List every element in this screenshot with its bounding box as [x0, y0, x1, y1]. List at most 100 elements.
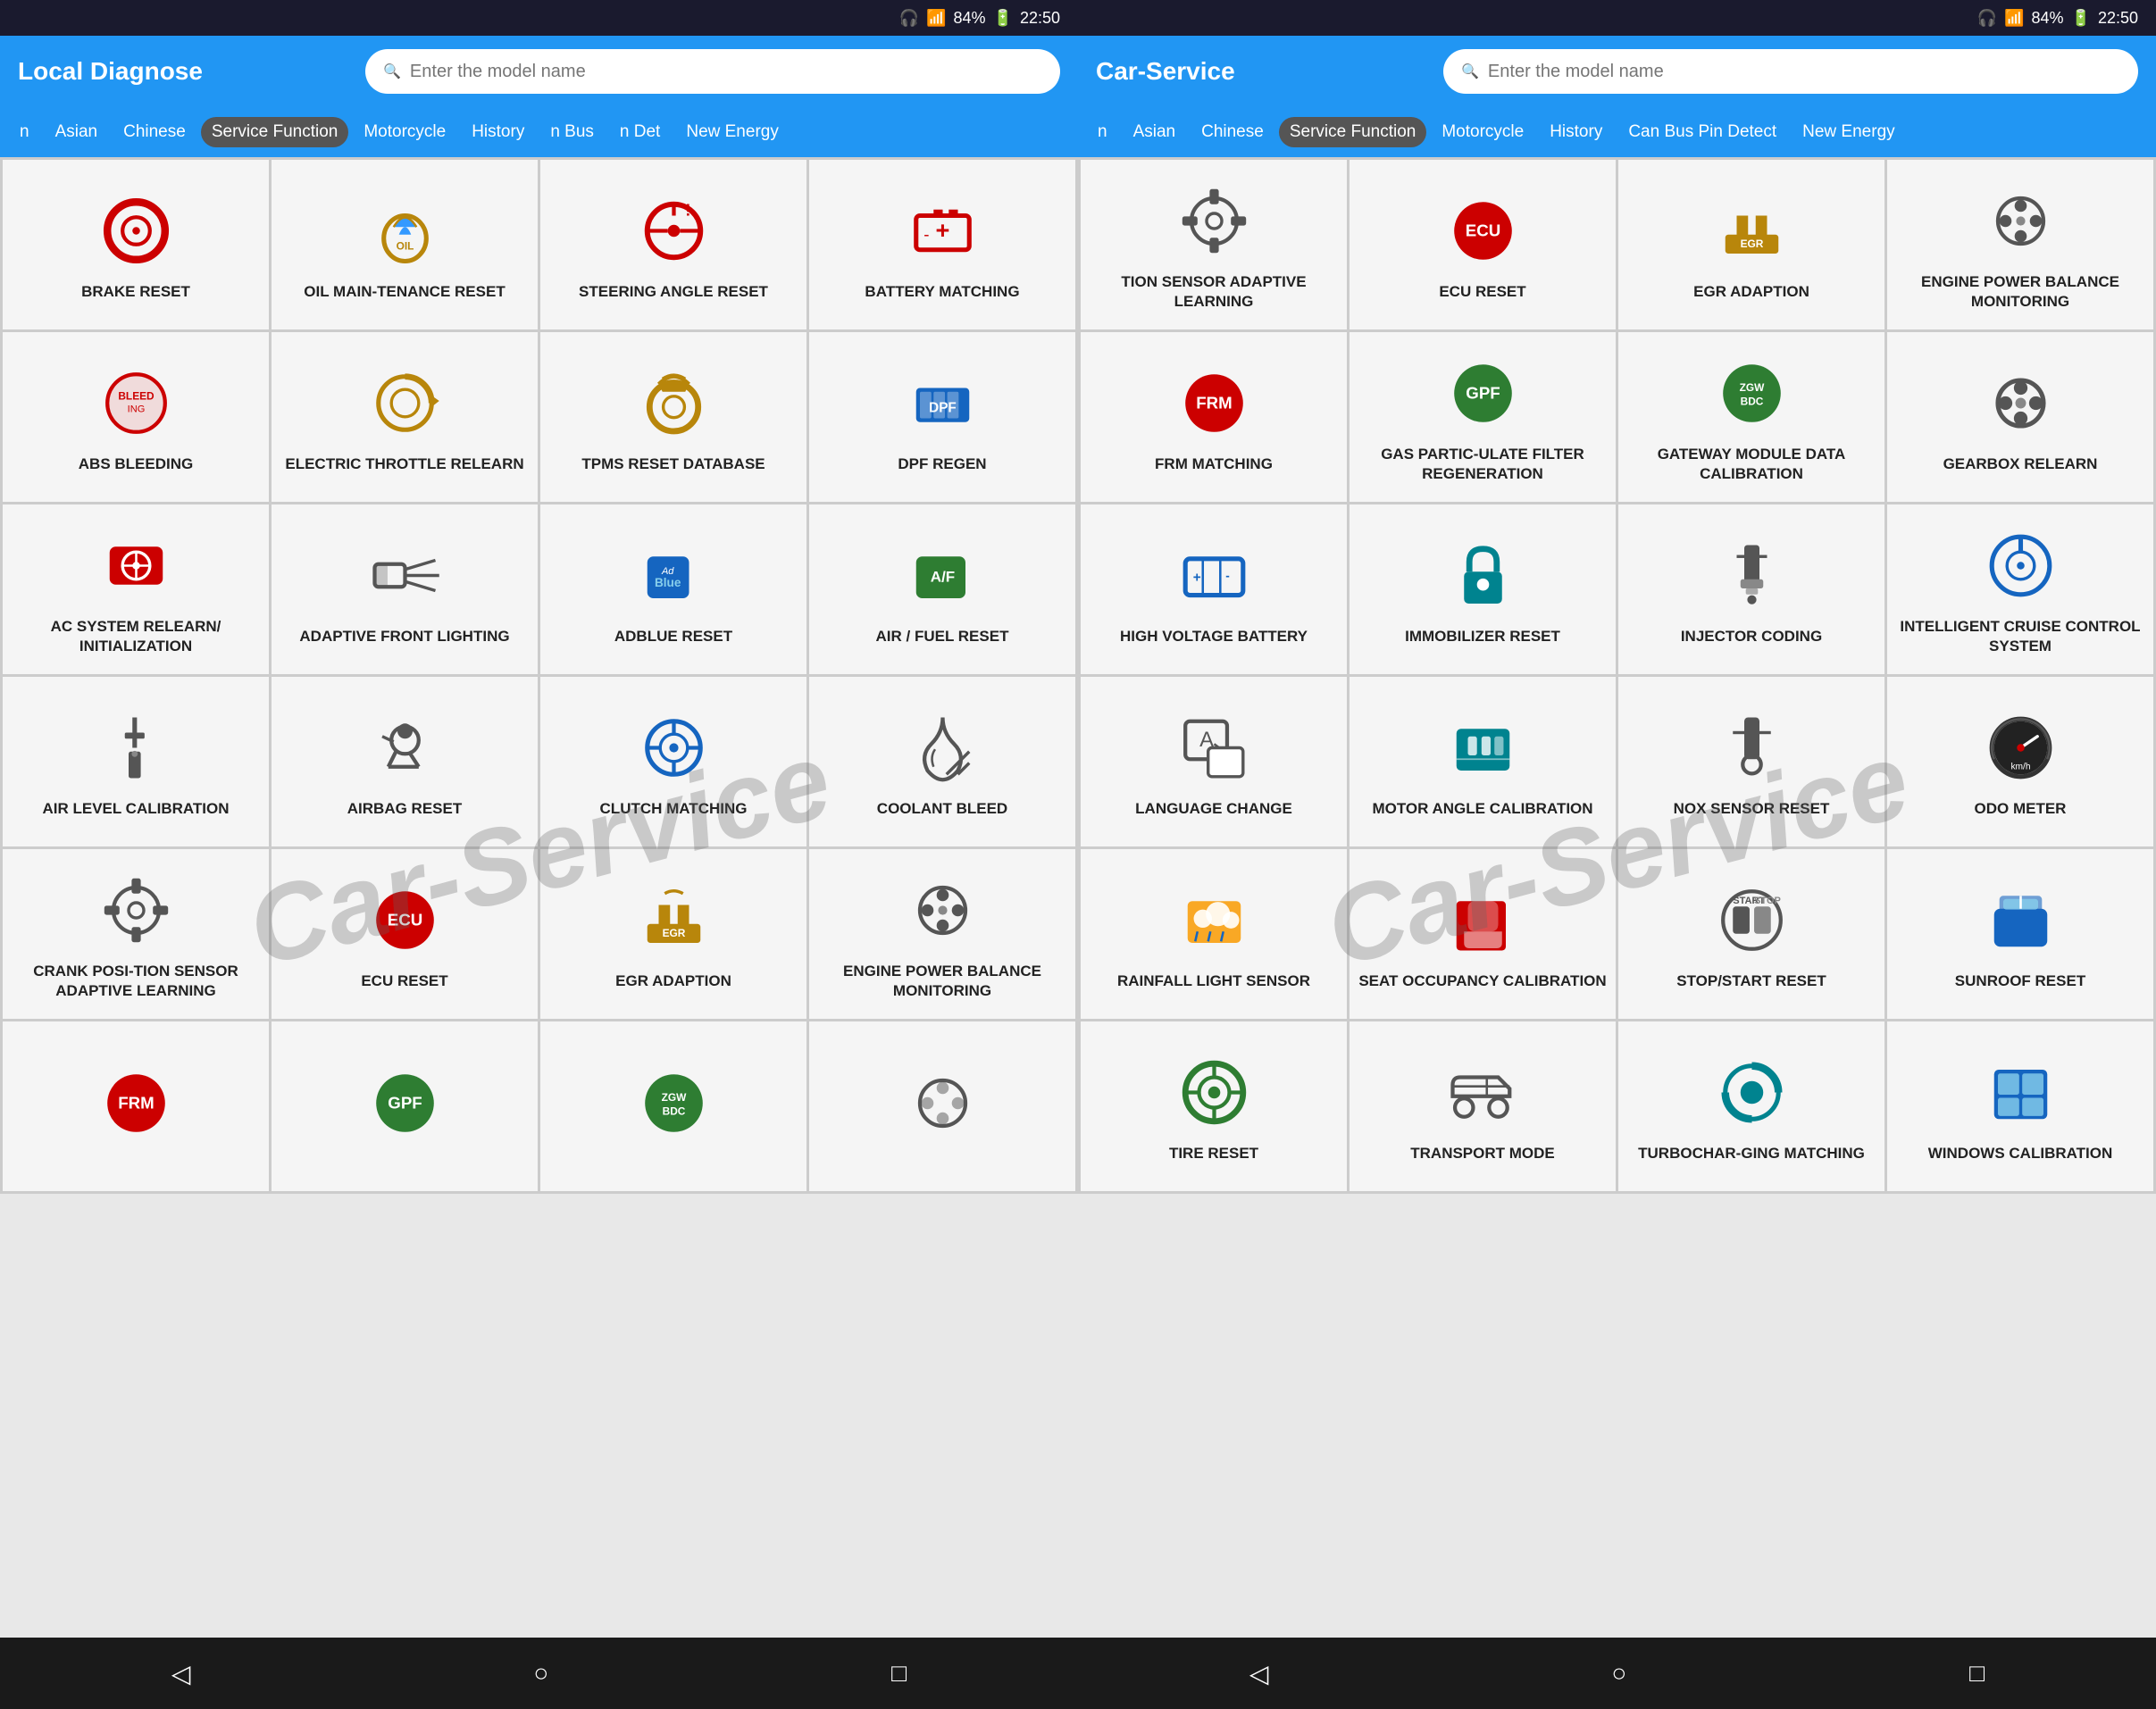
recents-button-right[interactable]: □	[1951, 1650, 2002, 1696]
adaptive-front-lighting[interactable]: ADAPTIVE FRONT LIGHTING	[272, 504, 538, 674]
sunroof-reset[interactable]: SUNROOF RESET	[1887, 849, 2153, 1019]
svg-text:km/h: km/h	[2010, 763, 2030, 772]
tab-motorcycle[interactable]: Motorcycle	[353, 117, 456, 147]
injector-coding[interactable]: INJECTOR CODING	[1618, 504, 1884, 674]
clutch-matching[interactable]: CLUTCH MATCHING	[540, 677, 806, 846]
gpf-regeneration[interactable]: GPF GAS PARTIC-ULATE FILTER REGENERATION	[1350, 332, 1616, 502]
air-fuel-reset[interactable]: A/F AIR / FUEL RESET	[809, 504, 1075, 674]
r-tab-chinese[interactable]: Chinese	[1191, 117, 1274, 147]
r-tab-moto[interactable]: Motorcycle	[1431, 117, 1534, 147]
egr-adaption-r-label: EGR ADAPTION	[1693, 282, 1809, 302]
recents-button-left[interactable]: □	[873, 1650, 924, 1696]
tab-ndet[interactable]: n Det	[609, 117, 671, 147]
svg-text:BDC: BDC	[662, 1105, 685, 1117]
coolant-bleed-label: COOLANT BLEED	[877, 799, 1007, 819]
odometer[interactable]: km/h ODO METER	[1887, 677, 2153, 846]
electric-throttle-label: ELECTRIC THROTTLE RELEARN	[285, 454, 523, 474]
coolant-bleed[interactable]: COOLANT BLEED	[809, 677, 1075, 846]
egr-adaption-label: EGR ADAPTION	[615, 971, 731, 991]
svg-text:OIL: OIL	[396, 240, 414, 253]
search-input-right[interactable]	[1488, 62, 2120, 82]
electric-throttle-relearn[interactable]: ELECTRIC THROTTLE RELEARN	[272, 332, 538, 502]
adblue-reset[interactable]: Ad Blue ADBLUE RESET	[540, 504, 806, 674]
gearbox-label: GEARBOX RELEARN	[1943, 454, 2098, 474]
odometer-label: ODO METER	[1975, 799, 2067, 819]
oil-maintenance-reset[interactable]: OIL OIL MAIN-TENANCE RESET	[272, 160, 538, 329]
turbocharging[interactable]: TURBOCHAR-GING MATCHING	[1618, 1021, 1884, 1191]
intelligent-cruise[interactable]: INTELLIGENT CRUISE CONTROL SYSTEM	[1887, 504, 2153, 674]
tab-nbus[interactable]: n Bus	[539, 117, 605, 147]
nav-tabs-right: n Asian Chinese Service Function Motorcy…	[1078, 107, 2156, 157]
engine-power-balance[interactable]: ENGINE POWER BALANCE MONITORING	[809, 849, 1075, 1019]
svg-text:STOP: STOP	[1754, 896, 1781, 906]
r-tab-asian[interactable]: Asian	[1123, 117, 1187, 147]
tab-n[interactable]: n	[9, 117, 40, 147]
back-button-left[interactable]: ◁	[154, 1650, 209, 1697]
app-title-right: Car-Service	[1096, 57, 1425, 86]
tire-reset[interactable]: TIRE RESET	[1081, 1021, 1347, 1191]
gearbox2-preview[interactable]	[809, 1021, 1075, 1191]
egr-adaption[interactable]: EGR EGR ADAPTION	[540, 849, 806, 1019]
tab-service-function[interactable]: Service Function	[201, 117, 349, 147]
svg-text:GPF: GPF	[388, 1093, 422, 1112]
crank-position-sensor[interactable]: CRANK POSI-TION SENSOR ADAPTIVE LEARNING	[3, 849, 269, 1019]
home-button-left[interactable]: ○	[515, 1650, 566, 1696]
engine-power-r-label: ENGINE POWER BALANCE MONITORING	[1894, 272, 2146, 312]
abs-bleeding[interactable]: BLEED ING ABS BLEEDING	[3, 332, 269, 502]
ecu-reset[interactable]: ECU ECU RESET	[272, 849, 538, 1019]
r-tab-service[interactable]: Service Function	[1279, 117, 1427, 147]
gearbox-relearn[interactable]: GEARBOX RELEARN	[1887, 332, 2153, 502]
zgwbdc-preview[interactable]: ZGW BDC	[540, 1021, 806, 1191]
crank-sensor-r[interactable]: TION SENSOR ADAPTIVE LEARNING	[1081, 160, 1347, 329]
r-tab-n[interactable]: n	[1087, 117, 1118, 147]
tab-history[interactable]: History	[461, 117, 535, 147]
back-button-right[interactable]: ◁	[1232, 1650, 1287, 1697]
nox-sensor-reset[interactable]: NOX SENSOR RESET	[1618, 677, 1884, 846]
gateway-module[interactable]: ZGW BDC GATEWAY MODULE DATA CALIBRATION	[1618, 332, 1884, 502]
motor-angle-calibration[interactable]: MOTOR ANGLE CALIBRATION	[1350, 677, 1616, 846]
immobilizer-label: IMMOBILIZER RESET	[1405, 627, 1560, 646]
seat-occupancy[interactable]: SEAT OCCUPANCY CALIBRATION	[1350, 849, 1616, 1019]
r-tab-canbus[interactable]: Can Bus Pin Detect	[1617, 117, 1787, 147]
home-button-right[interactable]: ○	[1593, 1650, 1644, 1696]
search-bar-left[interactable]: 🔍	[365, 49, 1060, 94]
immobilizer-reset[interactable]: IMMOBILIZER RESET	[1350, 504, 1616, 674]
brake-reset[interactable]: BRAKE RESET	[3, 160, 269, 329]
tab-chinese[interactable]: Chinese	[113, 117, 196, 147]
frm-matching[interactable]: FRM FRM MATCHING	[1081, 332, 1347, 502]
gpf-preview[interactable]: GPF	[272, 1021, 538, 1191]
high-voltage-battery[interactable]: + - HIGH VOLTAGE BATTERY	[1081, 504, 1347, 674]
dpf-regen[interactable]: DPF DPF REGEN	[809, 332, 1075, 502]
windows-calibration[interactable]: WINDOWS CALIBRATION	[1887, 1021, 2153, 1191]
frm-preview[interactable]: FRM	[3, 1021, 269, 1191]
engine-power-r[interactable]: ENGINE POWER BALANCE MONITORING	[1887, 160, 2153, 329]
nav-tabs-left: n Asian Chinese Service Function Motorcy…	[0, 107, 1078, 157]
svg-text:FRM: FRM	[118, 1093, 154, 1112]
battery-matching[interactable]: + - BATTERY MATCHING	[809, 160, 1075, 329]
stop-start-reset[interactable]: START STOP STOP/START RESET	[1618, 849, 1884, 1019]
r-tab-history[interactable]: History	[1539, 117, 1613, 147]
header-right: Car-Service 🔍	[1078, 36, 2156, 107]
steering-angle-reset[interactable]: ! STEERING ANGLE RESET	[540, 160, 806, 329]
r-tab-newenergy[interactable]: New Energy	[1792, 117, 1906, 147]
air-level-calibration[interactable]: AIR LEVEL CALIBRATION	[3, 677, 269, 846]
ecu-reset-r[interactable]: ECU ECU RESET	[1350, 160, 1616, 329]
nox-sensor-label: NOX SENSOR RESET	[1674, 799, 1830, 819]
airbag-reset[interactable]: AIRBAG RESET	[272, 677, 538, 846]
search-input-left[interactable]	[410, 62, 1042, 82]
egr-adaption-r[interactable]: EGR EGR ADAPTION	[1618, 160, 1884, 329]
tpms-reset[interactable]: TPMS RESET DATABASE	[540, 332, 806, 502]
transport-mode[interactable]: TRANSPORT MODE	[1350, 1021, 1616, 1191]
tab-new-energy[interactable]: New Energy	[675, 117, 790, 147]
tire-reset-label: TIRE RESET	[1169, 1144, 1258, 1163]
search-bar-right[interactable]: 🔍	[1443, 49, 2138, 94]
rainfall-sensor[interactable]: RAINFALL LIGHT SENSOR	[1081, 849, 1347, 1019]
battery-icon: 🔋	[993, 9, 1013, 28]
ac-system-relearn[interactable]: AC SYSTEM RELEARN/ INITIALIZATION	[3, 504, 269, 674]
tab-asian[interactable]: Asian	[45, 117, 109, 147]
app-title-left: Local Diagnose	[18, 57, 347, 86]
search-icon-right: 🔍	[1461, 63, 1479, 80]
language-change[interactable]: A T LANGUAGE CHANGE	[1081, 677, 1347, 846]
battery-matching-label: BATTERY MATCHING	[865, 282, 1019, 302]
high-voltage-label: HIGH VOLTAGE BATTERY	[1120, 627, 1308, 646]
